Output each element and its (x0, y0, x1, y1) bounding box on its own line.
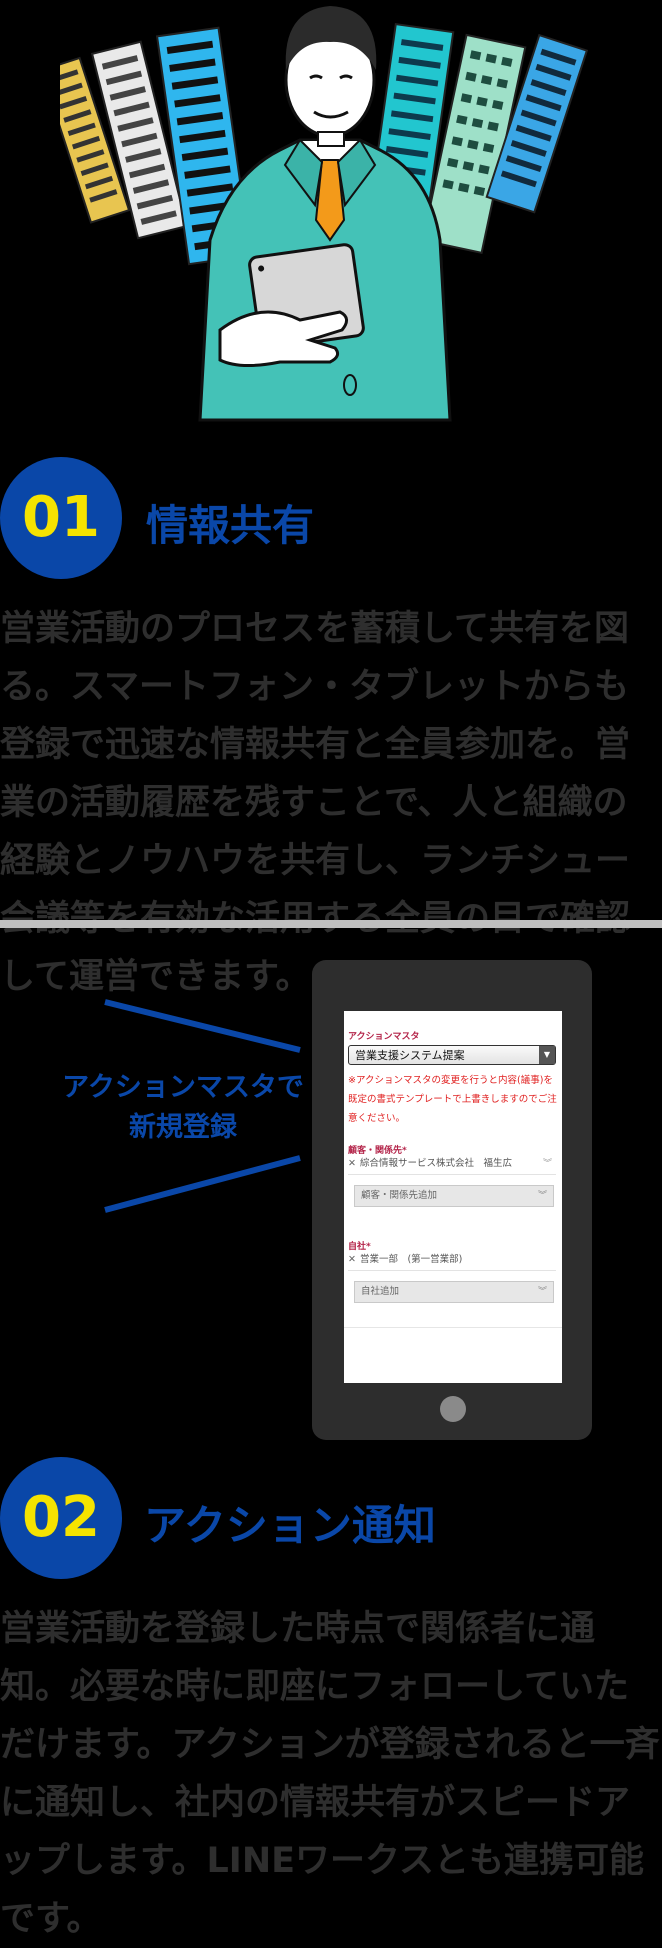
expand-icon[interactable]: ︾ (543, 1154, 552, 1174)
customer-tag[interactable]: ✕ 綜合情報サービス株式会社 福生広 ︾ (348, 1154, 556, 1175)
callout-label: アクションマスタで 新規登録 (60, 1068, 306, 1148)
callout-line-2: 新規登録 (129, 1112, 237, 1143)
action-master-select[interactable]: 営業支援システム提案 ▼ (348, 1045, 556, 1065)
customer-tag-text: 綜合情報サービス株式会社 福生広 (359, 1158, 512, 1169)
dropdown-arrow-icon: ▼ (539, 1046, 555, 1064)
section-title: 情報共有 (146, 501, 315, 550)
section-title: アクション通知 (144, 1501, 436, 1550)
expand-icon: ︾ (537, 1287, 547, 1297)
customer-add-text: 顧客・関係先追加 (361, 1190, 438, 1201)
expand-icon: ︾ (537, 1191, 547, 1201)
businessman-with-tablet-illustration (60, 6, 589, 422)
section-body-text: 営業活動を登録した時点で関係者に通知。必要な時に即座にフォローしていただけます。… (0, 1609, 660, 1939)
section-number-badge: 01 (0, 457, 122, 579)
section-body-text: 営業活動のプロセスを蓄積して共有を図る。スマートフォン・タブレットからも登録で迅… (0, 609, 631, 997)
action-master-label: アクションマスタ (348, 1032, 420, 1042)
section-number-badge: 02 (0, 1457, 122, 1579)
action-master-value: 営業支援システム提案 (355, 1049, 465, 1062)
company-tag[interactable]: ✕ 営業一部 (第一営業部) (348, 1250, 556, 1271)
remove-icon[interactable]: ✕ (348, 1254, 356, 1265)
customer-add-field[interactable]: 顧客・関係先追加 ︾ (354, 1185, 554, 1207)
company-add-field[interactable]: 自社追加 ︾ (354, 1281, 554, 1303)
phone-screen-form: アクションマスタ 営業支援システム提案 ▼ ※アクションマスタの変更を行うと内容… (344, 1011, 562, 1383)
template-warning-text: ※アクションマスタの変更を行うと内容(議事)を既定の書式テンプレートで上書きしま… (348, 1075, 557, 1124)
form-divider (344, 1327, 562, 1328)
home-button-icon (440, 1396, 466, 1422)
callout-line-1: アクションマスタで (62, 1072, 304, 1103)
remove-icon[interactable]: ✕ (348, 1158, 356, 1169)
company-tag-text: 営業一部 (第一営業部) (359, 1254, 463, 1265)
section-divider (0, 920, 662, 928)
company-add-text: 自社追加 (361, 1286, 400, 1297)
